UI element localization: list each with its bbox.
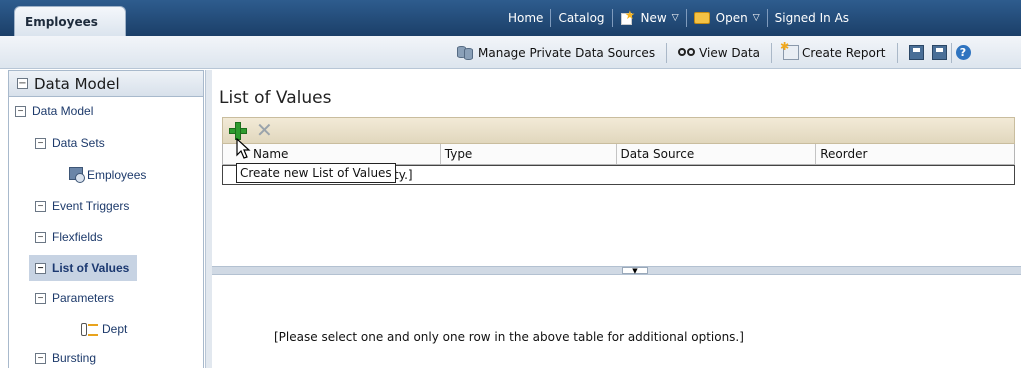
catalog-link[interactable]: Catalog bbox=[558, 11, 604, 25]
tree-item-label: Parameters bbox=[52, 291, 115, 305]
toolbar-divider bbox=[666, 42, 668, 63]
selection-hint: [Please select one and only one row in t… bbox=[274, 330, 744, 344]
tree-item-list-of-values[interactable]: − List of Values bbox=[29, 255, 138, 281]
link-divider bbox=[611, 9, 613, 27]
top-header: Employees Home Catalog ★ New ▽ Open ▽ Si… bbox=[0, 0, 1021, 36]
database-icon bbox=[457, 45, 475, 61]
new-menu-label: New bbox=[640, 11, 667, 25]
main-toolbar: Manage Private Data Sources View Data Cr… bbox=[0, 36, 1021, 69]
tree-item-label: Dept bbox=[102, 322, 128, 336]
tree-item-label: Event Triggers bbox=[52, 199, 130, 213]
view-data-label: View Data bbox=[699, 45, 761, 60]
tree-item-data-model[interactable]: − Data Model bbox=[15, 98, 93, 124]
collapse-arrow-icon[interactable]: ▼ bbox=[622, 267, 648, 275]
help-icon[interactable]: ? bbox=[955, 45, 971, 60]
column-header-data-source[interactable]: Data Source bbox=[617, 144, 817, 164]
tooltip: Create new List of Values bbox=[236, 163, 396, 183]
open-menu-label: Open bbox=[715, 11, 748, 25]
minus-box-icon[interactable]: − bbox=[35, 292, 46, 304]
link-divider bbox=[550, 9, 552, 27]
tree-item-label: Flexfields bbox=[52, 230, 103, 244]
minus-box-icon[interactable]: − bbox=[15, 105, 26, 117]
create-report-icon bbox=[780, 40, 800, 60]
tree-item-event-triggers[interactable]: − Event Triggers bbox=[35, 193, 129, 219]
home-link[interactable]: Home bbox=[508, 11, 543, 25]
tree-item-label: List of Values bbox=[52, 261, 130, 275]
toolbar-divider bbox=[771, 42, 773, 63]
column-header-reorder[interactable]: Reorder bbox=[816, 144, 1014, 164]
view-data-icon bbox=[678, 47, 696, 59]
global-links: Home Catalog ★ New ▽ Open ▽ Signed In As bbox=[508, 0, 849, 36]
open-menu[interactable]: Open ▽ bbox=[693, 11, 760, 25]
data-model-panel: − Data Model − Data Model − Data Sets Em… bbox=[8, 70, 204, 368]
tree-item-label: Data Sets bbox=[52, 136, 105, 150]
document-tab[interactable]: Employees bbox=[14, 6, 126, 36]
toolbar-divider bbox=[950, 42, 952, 63]
minus-box-icon[interactable]: − bbox=[35, 200, 46, 212]
panel-header[interactable]: − Data Model bbox=[9, 71, 203, 97]
view-data-button[interactable]: View Data bbox=[678, 46, 760, 60]
horizontal-splitter[interactable]: ▼ bbox=[212, 266, 1021, 275]
column-header-name[interactable]: Name bbox=[223, 144, 441, 164]
link-divider bbox=[766, 9, 768, 27]
new-icon: ★ bbox=[620, 8, 635, 25]
create-report-button[interactable]: Create Report bbox=[780, 40, 886, 60]
chevron-down-icon: ▽ bbox=[752, 13, 760, 23]
minus-box-icon[interactable]: − bbox=[35, 262, 46, 274]
signed-in-menu[interactable]: Signed In As bbox=[775, 11, 849, 25]
table-toolbar: ✕ bbox=[222, 117, 1015, 144]
tree-item-label: Bursting bbox=[52, 351, 97, 365]
toolbar-divider bbox=[896, 42, 898, 63]
vertical-splitter[interactable] bbox=[205, 70, 212, 368]
table-header: Name Type Data Source Reorder bbox=[222, 144, 1015, 165]
document-tab-label: Employees bbox=[25, 15, 98, 29]
new-menu[interactable]: ★ New ▽ bbox=[620, 8, 679, 25]
tree-item-label: Employees bbox=[87, 168, 147, 182]
minus-box-icon[interactable]: − bbox=[35, 352, 46, 364]
tree-item-bursting[interactable]: − Bursting bbox=[35, 345, 96, 371]
manage-private-data-sources-button[interactable]: Manage Private Data Sources bbox=[457, 45, 655, 61]
delete-icon[interactable]: ✕ bbox=[256, 118, 273, 142]
manage-sources-label: Manage Private Data Sources bbox=[478, 45, 656, 60]
tree-item-flexfields[interactable]: − Flexfields bbox=[35, 224, 103, 250]
link-divider bbox=[685, 9, 687, 27]
data-set-icon bbox=[69, 166, 86, 184]
tree-item-employees[interactable]: Employees bbox=[69, 162, 146, 188]
mouse-cursor-icon bbox=[236, 138, 251, 159]
tree-item-parameters[interactable]: − Parameters bbox=[35, 285, 114, 311]
tree-item-data-sets[interactable]: − Data Sets bbox=[35, 130, 105, 156]
minus-box-icon[interactable]: − bbox=[35, 137, 46, 149]
panel-header-label: Data Model bbox=[34, 74, 120, 93]
minus-box-icon[interactable]: − bbox=[35, 231, 46, 243]
page-title: List of Values bbox=[219, 88, 332, 108]
chevron-down-icon: ▽ bbox=[671, 13, 679, 23]
save-icon[interactable] bbox=[908, 45, 924, 60]
parameter-icon bbox=[81, 323, 99, 336]
minus-box-icon[interactable]: − bbox=[17, 78, 28, 89]
create-report-label: Create Report bbox=[802, 45, 886, 60]
folder-icon bbox=[693, 12, 710, 24]
tree-item-dept[interactable]: Dept bbox=[81, 316, 127, 342]
empty-table-text: ty.] bbox=[394, 168, 413, 182]
tree-item-label: Data Model bbox=[32, 104, 94, 118]
save-as-icon[interactable] bbox=[931, 45, 947, 60]
column-header-type[interactable]: Type bbox=[441, 144, 617, 164]
